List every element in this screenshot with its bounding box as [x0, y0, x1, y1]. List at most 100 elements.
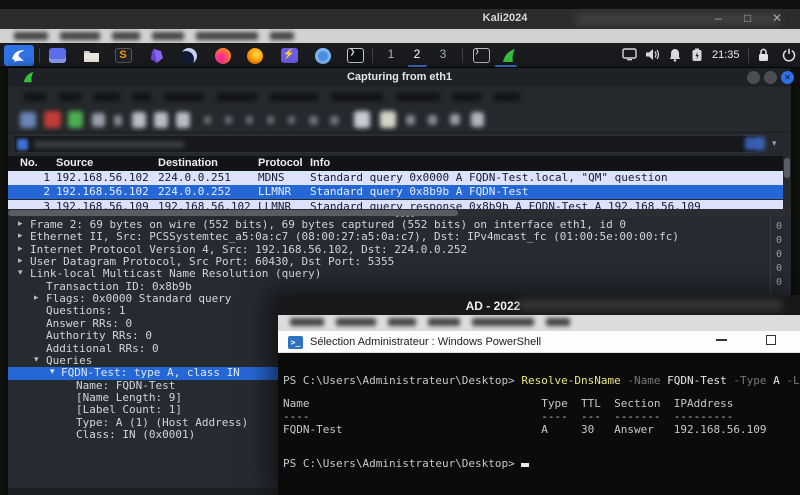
volume-icon[interactable] [645, 48, 660, 66]
clock[interactable]: 21:35 [712, 49, 740, 61]
terminal-icon[interactable]: ❯ [344, 46, 366, 65]
host-window-titlebar[interactable]: Kali2024 – □ ✕ [0, 9, 800, 29]
powershell-minimize-button[interactable] [716, 339, 727, 341]
blurred-menu-item[interactable] [152, 32, 184, 40]
expand-arrow-icon[interactable]: ▸ [18, 256, 23, 266]
blurred-menu-item[interactable] [133, 93, 151, 101]
maximize-button[interactable]: □ [735, 11, 761, 25]
toolbar-button[interactable] [330, 116, 339, 125]
expand-arrow-icon[interactable]: ▸ [18, 219, 23, 229]
firefox-icon[interactable] [244, 46, 266, 65]
capture-options-button[interactable] [20, 112, 36, 128]
ad2022-titlebar[interactable]: AD - 2022 [278, 295, 800, 315]
wireshark-titlebar[interactable]: Capturing from eth1 ✕ [8, 68, 791, 87]
powershell-maximize-button[interactable] [766, 335, 776, 345]
toolbar-button[interactable] [114, 115, 122, 126]
blurred-menu-item[interactable] [494, 93, 520, 101]
toolbar-button[interactable] [288, 116, 295, 124]
powershell-titlebar[interactable]: >_ Sélection Administrateur : Windows Po… [278, 331, 800, 353]
toolbar-button[interactable] [132, 112, 146, 128]
sublime-text-icon[interactable]: S [112, 46, 134, 65]
window-app-icon[interactable] [46, 46, 68, 65]
power-icon[interactable] [782, 48, 796, 67]
battery-icon[interactable] [691, 48, 703, 67]
toolbar-button[interactable] [225, 116, 232, 124]
powershell-console[interactable]: PS C:\Users\Administrateur\Desktop> Reso… [278, 353, 800, 495]
wireshark-maximize-button[interactable] [764, 71, 777, 84]
blurred-menu-item[interactable] [270, 93, 318, 101]
lock-icon[interactable] [757, 48, 770, 67]
blurred-menu-item[interactable] [270, 32, 294, 40]
display-tray-icon[interactable] [622, 48, 637, 66]
blurred-menu-item[interactable] [336, 318, 376, 326]
blurred-menu-item[interactable] [59, 93, 81, 101]
toolbar-button[interactable] [380, 111, 396, 128]
column-no[interactable]: No. [20, 157, 38, 169]
packet-list-vscrollbar[interactable] [783, 156, 791, 214]
column-destination[interactable]: Destination [158, 157, 218, 169]
blurred-menu-item[interactable] [428, 318, 460, 326]
wireshark-task-icon[interactable] [498, 46, 520, 65]
blurred-menu-item[interactable] [217, 93, 257, 101]
workspace-2-active[interactable]: 2 [406, 47, 428, 61]
blurred-menu-item[interactable] [388, 318, 416, 326]
blurred-menu-item[interactable] [112, 32, 140, 40]
blurred-menu-item[interactable] [546, 318, 570, 326]
filter-dropdown-arrow[interactable]: ▾ [772, 138, 777, 149]
workspace-3[interactable]: 3 [432, 47, 454, 61]
chromium-icon[interactable] [312, 46, 334, 65]
file-manager-icon[interactable] [80, 46, 102, 65]
restart-capture-button[interactable] [68, 111, 83, 128]
notification-bell-icon[interactable] [668, 48, 682, 67]
toolbar-button[interactable] [309, 116, 318, 125]
close-button[interactable]: ✕ [764, 11, 790, 25]
toolbar-button[interactable] [267, 116, 274, 124]
filter-apply-button[interactable] [745, 137, 765, 150]
obsidian-icon[interactable] [146, 46, 168, 65]
expand-arrow-icon[interactable]: ▸ [18, 244, 23, 254]
blurred-menu-item[interactable] [164, 93, 204, 101]
blurred-menu-item[interactable] [94, 93, 120, 101]
expand-arrow-icon[interactable]: ▸ [34, 293, 39, 303]
expand-arrow-icon[interactable]: ▾ [18, 268, 23, 278]
column-info[interactable]: Info [310, 157, 330, 169]
column-protocol[interactable]: Protocol [258, 157, 303, 169]
moon-browser-icon[interactable] [178, 46, 200, 65]
toolbar-button[interactable] [428, 115, 437, 125]
expand-arrow-icon[interactable]: ▾ [34, 355, 39, 365]
toolbar-button[interactable] [176, 112, 190, 128]
toolbar-button[interactable] [154, 112, 168, 128]
kali-menu-button[interactable] [4, 45, 34, 66]
display-filter-input[interactable] [13, 135, 758, 153]
stop-capture-button[interactable] [44, 111, 61, 128]
toolbar-button[interactable] [92, 113, 105, 127]
blurred-menu-item[interactable] [196, 32, 258, 40]
packet-row[interactable]: 2192.168.56.102224.0.0.252LLMNRStandard … [8, 185, 783, 199]
terminal-window-task-icon[interactable]: ❯ [470, 46, 492, 65]
blurred-menu-item[interactable] [396, 93, 440, 101]
blurred-menu-item[interactable] [290, 318, 324, 326]
minimize-button[interactable]: – [705, 11, 731, 25]
toolbar-button[interactable] [354, 111, 370, 128]
blurred-menu-item[interactable] [453, 93, 481, 101]
workspace-1[interactable]: 1 [380, 47, 402, 61]
packet-row[interactable]: 1192.168.56.102224.0.0.251MDNSStandard q… [8, 171, 783, 185]
column-source[interactable]: Source [56, 157, 93, 169]
blurred-menu-item[interactable] [331, 93, 383, 101]
flame-app-icon[interactable] [212, 46, 234, 65]
toolbar-button[interactable] [450, 114, 460, 125]
bolt-app-icon[interactable]: ⚡ [278, 46, 300, 65]
blurred-menu-item[interactable] [24, 93, 46, 101]
toolbar-button[interactable] [246, 116, 253, 124]
wireshark-close-button[interactable]: ✕ [781, 71, 794, 84]
toolbar-button[interactable] [471, 112, 484, 127]
blurred-menu-item[interactable] [472, 318, 534, 326]
toolbar-button[interactable] [204, 116, 211, 124]
wireshark-minimize-button[interactable] [747, 71, 760, 84]
expand-arrow-icon[interactable]: ▸ [18, 231, 23, 241]
blurred-menu-item[interactable] [60, 32, 100, 40]
expand-arrow-icon[interactable]: ▾ [50, 367, 55, 377]
filter-bookmark-icon[interactable] [17, 139, 28, 150]
toolbar-button[interactable] [406, 115, 415, 125]
blurred-menu-item[interactable] [14, 32, 48, 40]
